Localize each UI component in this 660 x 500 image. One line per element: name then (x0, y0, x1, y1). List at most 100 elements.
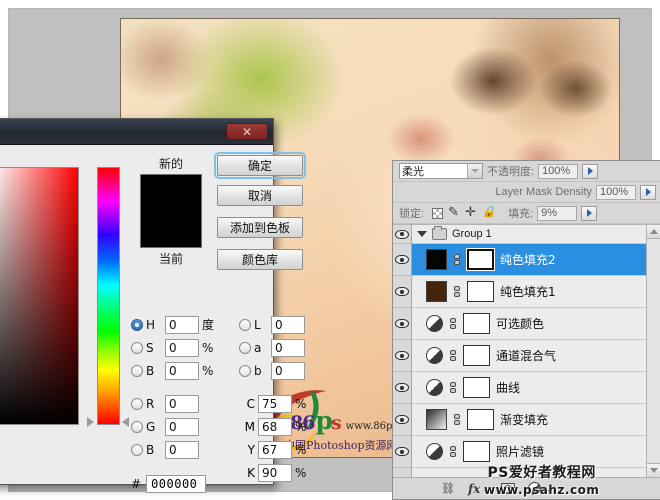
layer-thumbnail[interactable] (426, 249, 447, 270)
eye-icon[interactable] (395, 383, 409, 392)
layer-mask-thumbnail[interactable] (463, 313, 490, 334)
mask-density-input[interactable]: 100% (596, 184, 636, 200)
link-icon[interactable] (453, 285, 461, 299)
new-adjustment-layer-icon[interactable] (528, 482, 542, 495)
eye-icon[interactable] (395, 255, 409, 264)
cancel-button[interactable]: 取消 (217, 185, 303, 206)
color-libraries-button[interactable]: 颜色库 (217, 249, 303, 270)
layer-visibility-cell[interactable] (393, 436, 411, 468)
input-r[interactable]: 0 (165, 394, 199, 413)
opacity-slider-button[interactable] (582, 163, 599, 179)
chevron-down-icon[interactable] (467, 164, 482, 178)
dialog-title-bar[interactable]: ✕ (0, 119, 273, 145)
fill-slider-button[interactable] (581, 205, 598, 221)
input-b-lab[interactable]: 0 (271, 361, 305, 380)
hex-input[interactable]: 000000 (146, 475, 207, 493)
add-to-swatches-button[interactable]: 添加到色板 (217, 217, 303, 238)
field-row-y: Y 67 % (239, 438, 359, 461)
blend-mode-select[interactable]: 柔光 (399, 163, 483, 179)
layer-mask-thumbnail[interactable] (467, 281, 494, 302)
layer-mask-thumbnail[interactable] (466, 248, 495, 271)
table-row[interactable]: 渐变填充 (412, 404, 646, 436)
eye-icon[interactable] (395, 287, 409, 296)
table-row[interactable]: 纯色填充1 (412, 276, 646, 308)
adjustment-layer-icon[interactable] (426, 379, 443, 396)
table-row[interactable]: 通道混合气 (412, 340, 646, 372)
lock-transparency-icon[interactable] (432, 207, 444, 219)
radio-b-blue[interactable] (131, 443, 143, 456)
radio-g[interactable] (131, 420, 143, 433)
ok-button[interactable]: 确定 (214, 152, 306, 179)
layer-thumbnail[interactable] (426, 281, 447, 302)
input-h[interactable]: 0 (165, 315, 199, 334)
table-row[interactable]: 可选颜色 (412, 308, 646, 340)
eye-icon[interactable] (395, 415, 409, 424)
link-icon[interactable] (449, 349, 457, 363)
input-l[interactable]: 0 (271, 315, 305, 334)
table-row[interactable]: 纯色填充2 (412, 244, 646, 276)
adjustment-layer-icon[interactable] (426, 443, 443, 460)
adjustment-layer-icon[interactable] (426, 347, 443, 364)
eye-icon[interactable] (395, 351, 409, 360)
input-y[interactable]: 67 (258, 440, 292, 459)
link-icon[interactable] (449, 317, 457, 331)
link-icon[interactable] (453, 253, 461, 267)
layer-group-row[interactable]: Group 1 (412, 225, 646, 244)
group-visibility-cell[interactable] (393, 225, 411, 244)
layer-visibility-cell[interactable] (393, 340, 411, 372)
layer-mask-thumbnail[interactable] (463, 441, 490, 462)
eye-icon[interactable] (395, 319, 409, 328)
radio-b-lab[interactable] (239, 364, 251, 377)
layer-mask-thumbnail[interactable] (463, 345, 490, 366)
hue-slider[interactable] (97, 167, 120, 425)
input-k[interactable]: 90 (258, 463, 292, 482)
layer-thumbnail[interactable] (426, 409, 447, 430)
saturation-value-field[interactable] (0, 167, 79, 425)
mask-density-slider-button[interactable] (640, 184, 656, 200)
hue-marker-left-icon[interactable] (87, 417, 94, 427)
fill-input[interactable]: 9% (537, 205, 578, 221)
input-g[interactable]: 0 (165, 417, 199, 436)
layer-mask-thumbnail[interactable] (467, 409, 494, 430)
link-icon[interactable] (449, 381, 457, 395)
eye-icon[interactable] (395, 447, 409, 456)
layer-visibility-cell[interactable] (393, 372, 411, 404)
table-row[interactable]: 照片滤镜 (412, 436, 646, 468)
input-c[interactable]: 75 (258, 394, 292, 413)
layer-list-scrollbar[interactable] (646, 225, 660, 477)
lock-position-icon[interactable] (465, 204, 477, 220)
radio-h[interactable] (131, 318, 143, 331)
close-icon[interactable]: ✕ (226, 123, 268, 140)
radio-l[interactable] (239, 318, 251, 331)
lock-all-icon[interactable] (482, 205, 496, 219)
layer-visibility-cell[interactable] (393, 404, 411, 436)
input-a[interactable]: 0 (271, 338, 305, 357)
adjustment-layer-icon[interactable] (426, 315, 443, 332)
triangle-down-icon[interactable] (417, 231, 427, 237)
layer-mask-thumbnail[interactable] (463, 377, 490, 398)
eye-icon[interactable] (395, 229, 409, 239)
radio-s[interactable] (131, 341, 143, 354)
new-color-swatch[interactable] (140, 174, 202, 248)
layer-visibility-cell[interactable] (393, 308, 411, 340)
radio-b-brightness[interactable] (131, 364, 143, 377)
add-layer-mask-icon[interactable] (501, 483, 516, 494)
link-layers-icon[interactable] (441, 482, 455, 495)
input-b-brightness[interactable]: 0 (165, 361, 199, 380)
radio-r[interactable] (131, 397, 143, 410)
input-b-blue[interactable]: 0 (165, 440, 199, 459)
scroll-down-button[interactable] (647, 463, 660, 477)
lock-image-icon[interactable] (448, 204, 460, 220)
layer-visibility-cell[interactable] (393, 244, 411, 276)
scroll-up-button[interactable] (647, 225, 660, 239)
layer-visibility-cell[interactable] (393, 276, 411, 308)
layer-style-fx-icon[interactable]: fx (468, 482, 480, 496)
table-row[interactable]: 曲线 (412, 372, 646, 404)
hue-marker-right-icon[interactable] (122, 417, 129, 427)
link-icon[interactable] (453, 413, 461, 427)
opacity-input[interactable]: 100% (538, 163, 579, 179)
radio-a[interactable] (239, 341, 251, 354)
input-s[interactable]: 0 (165, 338, 199, 357)
link-icon[interactable] (449, 445, 457, 459)
input-m[interactable]: 68 (258, 417, 292, 436)
